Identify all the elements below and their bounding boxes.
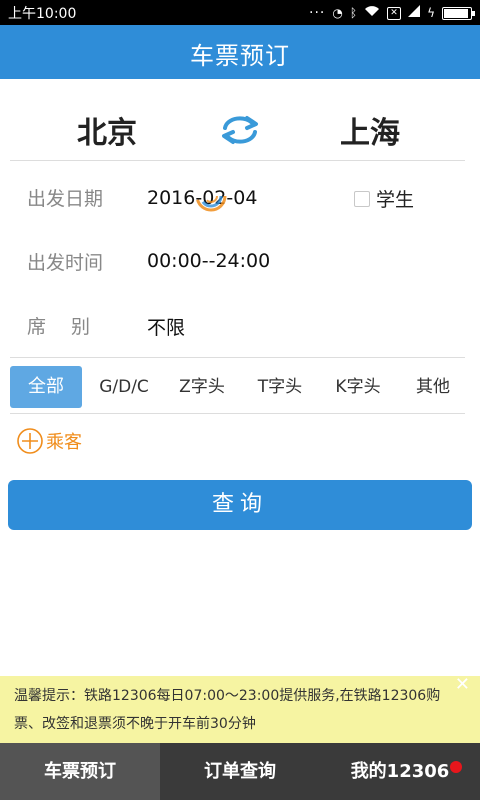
student-label: 学生 <box>376 189 415 211</box>
sim-icon: ✕ <box>387 6 402 20</box>
nav-label: 我的12306 <box>350 761 450 782</box>
seat-value[interactable]: 不限 <box>147 313 185 340</box>
loading-spinner-icon <box>195 180 227 212</box>
nav-order-query[interactable]: 订单查询 <box>160 743 320 800</box>
more-dots-icon: ··· <box>309 5 326 21</box>
status-bar: 上午10:00 ··· ◔ ᛒ ✕ ϟ <box>0 0 480 25</box>
charging-icon: ϟ <box>427 6 435 20</box>
seat-label: 席 别 <box>27 316 91 338</box>
tab-t[interactable]: T字头 <box>244 366 316 408</box>
status-icons: ··· ◔ ᛒ ✕ ϟ <box>309 4 475 22</box>
tab-gdc[interactable]: G/D/C <box>88 366 160 408</box>
time-label: 出发时间 <box>27 252 104 274</box>
tab-k[interactable]: K字头 <box>322 366 394 408</box>
notification-badge <box>450 761 462 773</box>
nav-label: 车票预订 <box>44 761 116 782</box>
notice-banner: 温馨提示：铁路12306每日07:00～23:00提供服务,在铁路12306购票… <box>0 676 480 743</box>
divider <box>10 413 465 414</box>
plus-circle-icon <box>17 428 43 454</box>
alarm-icon: ◔ <box>332 6 343 20</box>
search-button[interactable]: 查询 <box>8 480 472 530</box>
add-passenger-button[interactable]: 乘客 <box>16 427 82 455</box>
tab-all[interactable]: 全部 <box>10 366 82 408</box>
add-passenger-label: 乘客 <box>46 432 82 453</box>
nav-my-12306[interactable]: 我的12306 <box>320 743 480 800</box>
close-icon[interactable]: ✕ <box>455 676 470 694</box>
wifi-icon <box>364 5 380 21</box>
student-checkbox[interactable] <box>354 190 370 207</box>
notice-text: 温馨提示：铁路12306每日07:00～23:00提供服务,在铁路12306购票… <box>14 688 441 732</box>
battery-icon <box>442 6 475 20</box>
bottom-nav: 车票预订 订单查询 我的12306 <box>0 743 480 800</box>
student-option[interactable]: 学生 <box>354 185 414 212</box>
bluetooth-icon: ᛒ <box>349 6 358 20</box>
from-station[interactable]: 北京 <box>77 108 137 152</box>
signal-icon <box>408 5 421 21</box>
time-value[interactable]: 00:00--24:00 <box>147 250 270 272</box>
train-type-tabs: 全部 G/D/C Z字头 T字头 K字头 其他 <box>0 362 480 408</box>
tab-z[interactable]: Z字头 <box>166 366 238 408</box>
status-time: 上午10:00 <box>8 6 77 22</box>
nav-ticket-booking[interactable]: 车票预订 <box>0 743 160 800</box>
app-header: 车票预订 <box>0 25 480 79</box>
page-title: 车票预订 <box>190 42 290 70</box>
swap-stations-icon[interactable] <box>219 112 261 148</box>
date-label: 出发日期 <box>27 188 104 210</box>
nav-label: 订单查询 <box>204 761 276 782</box>
divider <box>10 160 465 161</box>
tab-other[interactable]: 其他 <box>400 366 466 408</box>
divider <box>10 357 465 358</box>
to-station[interactable]: 上海 <box>340 108 400 152</box>
